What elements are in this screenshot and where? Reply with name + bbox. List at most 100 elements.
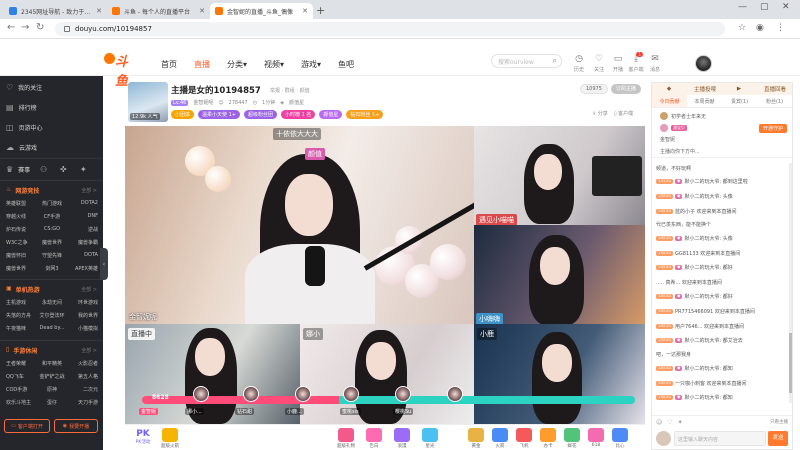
- close-tab-icon[interactable]: ✕: [96, 7, 102, 15]
- category-link[interactable]: 艾尔登法环: [37, 312, 68, 319]
- category-link[interactable]: 火影忍者: [67, 360, 98, 367]
- pk-activity-button[interactable]: PK PK活动: [131, 429, 155, 445]
- category-link[interactable]: CF手游: [37, 213, 68, 220]
- menu-icon[interactable]: ⋮: [776, 23, 785, 33]
- pk-avatar[interactable]: [343, 386, 359, 402]
- report-link[interactable]: 举报: [270, 88, 280, 94]
- category-link[interactable]: QQ飞车: [6, 373, 37, 380]
- close-tab-icon[interactable]: ✕: [199, 7, 205, 15]
- tab-vip[interactable]: 贵宾(1): [722, 95, 757, 107]
- only-anchor-toggle[interactable]: 只看主播: [770, 419, 788, 425]
- category-link[interactable]: 魔兽争霸: [67, 239, 98, 246]
- category-link[interactable]: DOTA: [67, 252, 98, 259]
- sidebar-item-webgames[interactable]: ◫ 页游中心: [6, 123, 43, 132]
- header-follow[interactable]: ♡ 关注: [591, 55, 607, 74]
- tab-today[interactable]: 今日贡献: [652, 95, 687, 107]
- anchor-name[interactable]: 金智妮呢: [193, 99, 213, 106]
- anchor-feed-link[interactable]: ◆ 主播投喂: [652, 83, 722, 95]
- gift-item[interactable]: 办卡: [537, 428, 559, 449]
- room-tag[interactable]: 超级粉丝团: [243, 110, 277, 119]
- client-button[interactable]: ▯ 客户端: [614, 110, 633, 117]
- user-avatar[interactable]: [695, 55, 712, 72]
- category-title-netgames[interactable]: ♨ 网游竞技: [6, 186, 39, 195]
- start-live-button[interactable]: ◉ 我要开播: [54, 419, 98, 433]
- open-client-button[interactable]: ▭ 客户端打开: [4, 419, 50, 433]
- pk-avatar[interactable]: [395, 386, 411, 402]
- close-tab-icon[interactable]: ✕: [302, 7, 308, 15]
- category-link[interactable]: Dead by...: [37, 325, 68, 332]
- search-input[interactable]: 搜索ourview ⌕: [491, 54, 562, 68]
- category-title-single[interactable]: ▣ 单机热游: [6, 285, 40, 294]
- room-tag[interactable]: 颜值星: [319, 110, 343, 119]
- gift-item[interactable]: 黄金: [465, 428, 487, 449]
- gift-item[interactable]: 618: [585, 428, 607, 448]
- category-link[interactable]: 蛋仔: [37, 399, 68, 406]
- sidebar-item-cloudgame[interactable]: ☁ 云游戏: [6, 143, 37, 152]
- category-link[interactable]: COD手游: [6, 386, 37, 393]
- category-link[interactable]: 天刀手游: [67, 399, 98, 406]
- nav-fishbar[interactable]: 鱼吧: [338, 59, 354, 70]
- anchor-avatar[interactable]: 12.9k 人气: [128, 82, 168, 122]
- new-tab-button[interactable]: +: [316, 4, 325, 17]
- close-window-icon[interactable]: ✕: [782, 2, 790, 12]
- open-guard-button[interactable]: 开通守护: [758, 124, 787, 133]
- replay-link[interactable]: ▶ 直播回看: [722, 83, 792, 95]
- scrollbar-thumb[interactable]: [789, 333, 792, 393]
- category-more-link[interactable]: 全部 >: [81, 286, 97, 293]
- tab-fans[interactable]: 粉丝(1): [757, 95, 792, 107]
- category-link[interactable]: 第五人格: [67, 373, 98, 380]
- category-link[interactable]: 颜值: [300, 88, 310, 94]
- minimize-icon[interactable]: —: [738, 2, 747, 12]
- category-link[interactable]: 永劫无间: [37, 299, 68, 306]
- category-link[interactable]: APEX英雄: [67, 265, 98, 272]
- category-link[interactable]: 原神: [37, 386, 68, 393]
- tab-week[interactable]: 本周贡献: [687, 95, 722, 107]
- category-link[interactable]: 剑网3: [37, 265, 68, 272]
- category-link[interactable]: 主机游戏: [6, 299, 37, 306]
- category-link[interactable]: 守望先锋: [37, 252, 68, 259]
- header-client[interactable]: ⤓ 客户端 1: [628, 52, 644, 73]
- rank-row[interactable]: 初学者士年来无: [660, 112, 706, 120]
- header-start-live[interactable]: ▭ 开播: [610, 55, 626, 74]
- room-category[interactable]: 颜值星: [289, 99, 304, 106]
- category-link[interactable]: 英雄联盟: [6, 200, 37, 207]
- video-player[interactable]: 十依依大大大 颜值 金智妮呢 遇见小喵喵 小嗨嗨 直播中 娜小 小鹿 8628 …: [125, 126, 645, 424]
- bookmark-star-icon[interactable]: ☆: [738, 23, 746, 33]
- category-link[interactable]: 魔兽怀旧: [6, 252, 37, 259]
- category-link[interactable]: 穿越火线: [6, 213, 37, 220]
- category-link[interactable]: CS:GO: [37, 226, 68, 233]
- gift-item[interactable]: 火箭: [489, 428, 511, 449]
- search-icon[interactable]: ⌕: [553, 56, 557, 66]
- category-title-mobile[interactable]: ▯ 手游休闲: [6, 346, 37, 355]
- nav-category[interactable]: 分类▾: [227, 59, 247, 70]
- browser-tab-active[interactable]: 金智妮的直播_斗鱼_偶像 ✕: [210, 3, 313, 19]
- category-more-link[interactable]: 全部 >: [81, 187, 97, 194]
- sidebar-event-icon-1[interactable]: ⚇: [40, 165, 47, 174]
- category-link[interactable]: 逆战: [67, 226, 98, 233]
- room-tag[interactable]: 温柔小天使 1+: [198, 110, 240, 119]
- gift-item[interactable]: 超级火箭: [159, 428, 181, 449]
- gift-item[interactable]: 超级礼物: [335, 428, 357, 449]
- browser-tab[interactable]: 2345网址导航 - 致力于打造百年品牌 ✕: [4, 3, 107, 19]
- gift-item[interactable]: 飞机: [513, 428, 535, 449]
- nav-games[interactable]: 游戏▾: [301, 59, 321, 70]
- guest-feed-4[interactable]: 娜小: [300, 324, 474, 424]
- nav-home[interactable]: 首页: [161, 59, 177, 70]
- pk-avatar[interactable]: [295, 386, 311, 402]
- category-more-link[interactable]: 全部 >: [81, 347, 97, 354]
- chat-input[interactable]: 这里输入聊天内容: [674, 431, 766, 446]
- guest-feed-1[interactable]: 遇见小喵喵: [474, 126, 645, 225]
- send-button[interactable]: 发送: [768, 431, 788, 446]
- sidebar-collapse-handle[interactable]: ‹: [100, 248, 108, 280]
- pk-avatar[interactable]: [193, 386, 209, 402]
- category-link[interactable]: 金铲铲之战: [37, 373, 68, 380]
- category-link[interactable]: 王者荣耀: [6, 360, 37, 367]
- forward-icon[interactable]: →: [21, 22, 29, 33]
- maximize-icon[interactable]: ▢: [760, 2, 769, 12]
- category-link[interactable]: DNF: [67, 213, 98, 220]
- nav-live[interactable]: 直播: [194, 59, 210, 70]
- category-link[interactable]: 二次元: [67, 386, 98, 393]
- category-link[interactable]: 欢乐斗地主: [6, 399, 37, 406]
- category-link[interactable]: 热门游戏: [37, 200, 68, 207]
- gift-item[interactable]: 星光: [419, 428, 441, 449]
